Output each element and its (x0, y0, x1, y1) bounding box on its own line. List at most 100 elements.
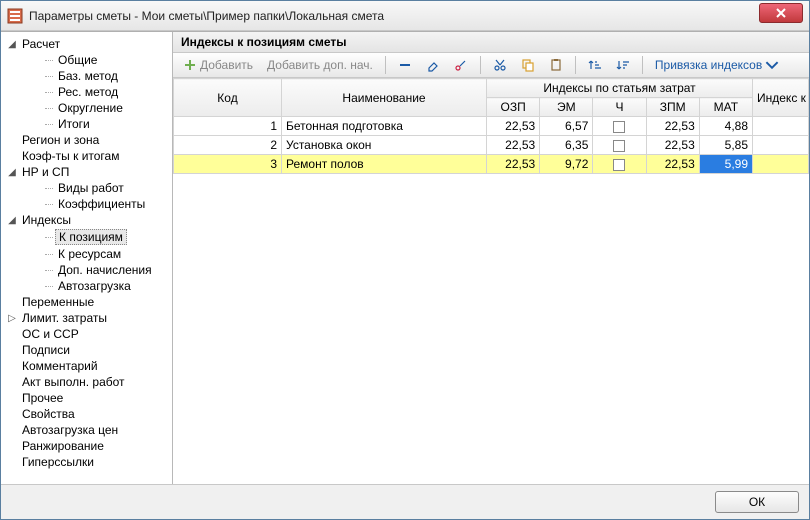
tree-item[interactable]: Автозагрузка (1, 278, 172, 294)
cell-ch[interactable] (593, 117, 646, 136)
delete-button[interactable] (394, 56, 416, 74)
app-icon (7, 8, 23, 24)
sidebar[interactable]: ◢РасчетОбщиеБаз. методРес. методОкруглен… (1, 32, 173, 484)
paste-button[interactable] (545, 56, 567, 74)
tree-item-label: Автозагрузка цен (19, 423, 121, 437)
col-em[interactable]: ЭМ (540, 98, 593, 117)
col-cmr[interactable]: Индекс к СМР (753, 79, 809, 117)
collapse-icon[interactable]: ◢ (7, 167, 17, 177)
col-name[interactable]: Наименование (282, 79, 487, 117)
titlebar[interactable]: Параметры сметы - Мои сметы\Пример папки… (1, 1, 809, 31)
col-ch[interactable]: Ч (593, 98, 646, 117)
cut-alt-button[interactable] (450, 56, 472, 74)
tree-item[interactable]: Рес. метод (1, 84, 172, 100)
cell-zpm[interactable]: 22,53 (646, 117, 699, 136)
cell-zpm[interactable]: 22,53 (646, 136, 699, 155)
tree-item[interactable]: ▷Лимит. затраты (1, 310, 172, 326)
checkbox-icon[interactable] (613, 159, 625, 171)
tree-item[interactable]: Переменные (1, 294, 172, 310)
tree-item[interactable]: ◢НР и СП (1, 164, 172, 180)
collapse-icon[interactable]: ◢ (7, 215, 17, 225)
add-dop-button[interactable]: Добавить доп. нач. (263, 56, 377, 74)
copy-icon (521, 58, 535, 72)
tree-item[interactable]: Итоги (1, 116, 172, 132)
checkbox-icon[interactable] (613, 121, 625, 133)
cell-em[interactable]: 6,35 (540, 136, 593, 155)
tree-bullet-icon (33, 199, 43, 209)
toolbar: Добавить Добавить доп. нач. Привязка (173, 53, 809, 78)
cell-ch[interactable] (593, 136, 646, 155)
sort-asc-button[interactable] (584, 56, 606, 74)
tree-item-label: К ресурсам (55, 247, 124, 261)
tree-item[interactable]: Округление (1, 100, 172, 116)
col-ozp[interactable]: ОЗП (487, 98, 540, 117)
sort-desc-button[interactable] (612, 56, 634, 74)
cell-code[interactable]: 2 (174, 136, 282, 155)
cell-cmr[interactable] (753, 155, 809, 174)
tree-item[interactable]: К позициям (1, 228, 172, 246)
tree-item[interactable]: Ранжирование (1, 438, 172, 454)
tree-item-label: Коэффициенты (55, 197, 148, 211)
add-button[interactable]: Добавить (179, 56, 257, 74)
copy-button[interactable] (517, 56, 539, 74)
ok-button[interactable]: ОК (715, 491, 799, 513)
cut-button[interactable] (489, 56, 511, 74)
cell-mat[interactable]: 5,85 (699, 136, 752, 155)
cell-ozp[interactable]: 22,53 (487, 136, 540, 155)
tree-item[interactable]: ◢Расчет (1, 36, 172, 52)
binding-dropdown[interactable]: Привязка индексов (651, 56, 783, 74)
tree-item[interactable]: Коэф-ты к итогам (1, 148, 172, 164)
cell-name[interactable]: Установка окон (282, 136, 487, 155)
tree-item[interactable]: Регион и зона (1, 132, 172, 148)
erase-button[interactable] (422, 56, 444, 74)
tree-item[interactable]: Гиперссылки (1, 454, 172, 470)
col-zpm[interactable]: ЗПМ (646, 98, 699, 117)
tree-item[interactable]: Свойства (1, 406, 172, 422)
cell-em[interactable]: 6,57 (540, 117, 593, 136)
tree-item[interactable]: К ресурсам (1, 246, 172, 262)
tree-item[interactable]: Общие (1, 52, 172, 68)
tree-bullet-icon (7, 393, 17, 403)
col-group-indices[interactable]: Индексы по статьям затрат (487, 79, 753, 98)
tree-item[interactable]: ОС и ССР (1, 326, 172, 342)
cell-code[interactable]: 1 (174, 117, 282, 136)
tree-bullet-icon (33, 87, 43, 97)
cell-code[interactable]: 3 (174, 155, 282, 174)
tree-item[interactable]: Комментарий (1, 358, 172, 374)
table-row[interactable]: 2Установка окон22,536,3522,535,85 (174, 136, 809, 155)
cell-mat[interactable]: 4,88 (699, 117, 752, 136)
tree-item[interactable]: Коэффициенты (1, 196, 172, 212)
cell-ch[interactable] (593, 155, 646, 174)
tree-item[interactable]: Автозагрузка цен (1, 422, 172, 438)
grid[interactable]: Код Наименование Индексы по статьям затр… (173, 78, 809, 484)
tree-item-label: ОС и ССР (19, 327, 82, 341)
close-button[interactable] (759, 3, 803, 23)
cell-em[interactable]: 9,72 (540, 155, 593, 174)
tree-item[interactable]: Виды работ (1, 180, 172, 196)
cell-zpm[interactable]: 22,53 (646, 155, 699, 174)
tree-item-label: Доп. начисления (55, 263, 155, 277)
tree-bullet-icon (7, 377, 17, 387)
expand-icon[interactable]: ▷ (7, 313, 17, 323)
cell-name[interactable]: Бетонная подготовка (282, 117, 487, 136)
cell-mat[interactable]: 5,99 (699, 155, 752, 174)
cell-ozp[interactable]: 22,53 (487, 155, 540, 174)
tree-item[interactable]: Подписи (1, 342, 172, 358)
cell-cmr[interactable] (753, 117, 809, 136)
cell-cmr[interactable] (753, 136, 809, 155)
col-code[interactable]: Код (174, 79, 282, 117)
cell-name[interactable]: Ремонт полов (282, 155, 487, 174)
table-row[interactable]: 3Ремонт полов22,539,7222,535,99 (174, 155, 809, 174)
tree-item[interactable]: Прочее (1, 390, 172, 406)
checkbox-icon[interactable] (613, 140, 625, 152)
table-row[interactable]: 1Бетонная подготовка22,536,5722,534,88 (174, 117, 809, 136)
tree-item-label: Виды работ (55, 181, 127, 195)
collapse-icon[interactable]: ◢ (7, 39, 17, 49)
tree-item[interactable]: Баз. метод (1, 68, 172, 84)
tree-item[interactable]: Доп. начисления (1, 262, 172, 278)
col-mat[interactable]: МАТ (699, 98, 752, 117)
separator (385, 56, 386, 74)
tree-item[interactable]: ◢Индексы (1, 212, 172, 228)
cell-ozp[interactable]: 22,53 (487, 117, 540, 136)
tree-item[interactable]: Акт выполн. работ (1, 374, 172, 390)
